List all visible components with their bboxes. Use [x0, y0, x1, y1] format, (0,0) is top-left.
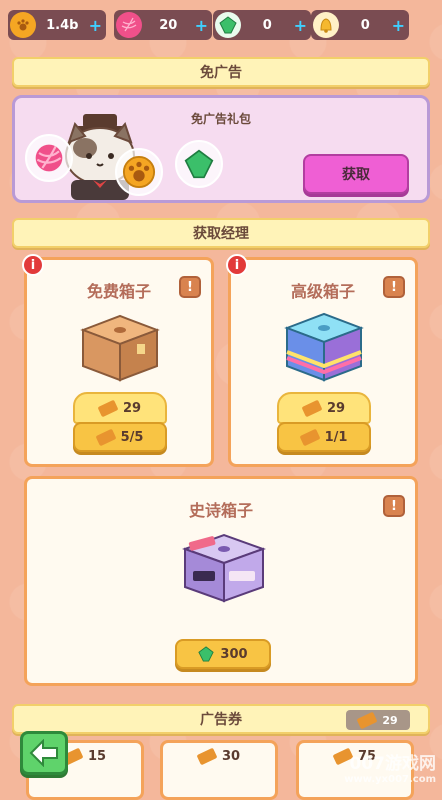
premium-box-remaining: 1/1	[325, 430, 348, 445]
no-ads-package-panel: 免广告礼包 获取	[12, 95, 430, 203]
bells-value: 0	[339, 18, 392, 33]
yarn-bubble	[25, 134, 73, 182]
paw-coin-icon	[122, 155, 156, 189]
currency-bar: 1.4b + 20 + 0 + 0 +	[8, 10, 434, 40]
paw-coin-icon	[10, 12, 36, 38]
premium-box-ticket-cost-value: 29	[327, 401, 345, 416]
coins-value: 1.4b	[36, 18, 89, 33]
get-no-ads-button[interactable]: 获取	[303, 154, 409, 194]
premium-box-icon	[281, 306, 367, 390]
currency-gems[interactable]: 0 +	[213, 10, 311, 40]
ad-ticket-icon	[357, 711, 378, 729]
premium-box-open-button[interactable]: 1/1	[277, 422, 371, 452]
free-box-info-button[interactable]: !	[179, 276, 201, 298]
voucher-pack-1-amount: 15	[88, 749, 106, 764]
free-box-ticket-cost-value: 29	[123, 401, 141, 416]
golden-bell-icon	[313, 12, 339, 38]
epic-box-card[interactable]: 史诗箱子 ! 300	[24, 476, 418, 686]
premium-box-ticket-cost: 29	[277, 392, 371, 424]
voucher-count-value: 29	[382, 714, 397, 727]
yarn-ball-icon	[116, 12, 142, 38]
get-managers-title: 获取经理	[12, 218, 430, 248]
paw-coin-bubble	[115, 148, 163, 196]
ad-ticket-icon	[196, 748, 217, 766]
premium-box-card[interactable]: 高级箱子 ! 29 1/1	[228, 257, 418, 467]
gems-value: 0	[241, 18, 294, 33]
currency-coins[interactable]: 1.4b +	[8, 10, 106, 40]
ad-voucher-title-label: 广告券	[200, 709, 242, 729]
ad-ticket-icon	[301, 399, 322, 417]
ad-voucher-title: 广告券 29	[12, 704, 430, 734]
epic-box-info-button[interactable]: !	[383, 495, 405, 517]
currency-yarn[interactable]: 20 +	[114, 10, 212, 40]
free-box-open-button[interactable]: 5/5	[73, 422, 167, 452]
watermark-brand: 007游戏网	[344, 749, 436, 774]
add-gems-icon[interactable]: +	[294, 16, 307, 35]
free-box-alert-icon: i	[22, 254, 44, 276]
voucher-pack-2[interactable]: 30	[160, 740, 278, 800]
watermark: 007游戏网 www.yx007.com	[344, 749, 436, 785]
yarn-ball-icon	[34, 143, 64, 173]
green-gem-icon	[184, 149, 214, 179]
epic-box-icon	[179, 525, 269, 611]
voucher-count-badge: 29	[346, 710, 410, 730]
green-gem-icon	[215, 12, 241, 38]
epic-box-title: 史诗箱子	[27, 497, 415, 521]
no-ads-title: 免广告	[12, 57, 430, 87]
ad-ticket-icon	[95, 428, 116, 446]
free-box-ticket-cost: 29	[73, 392, 167, 424]
yarn-value: 20	[142, 18, 195, 33]
back-arrow-icon	[29, 739, 59, 767]
currency-bells[interactable]: 0 +	[311, 10, 409, 40]
epic-box-gem-cost: 300	[220, 647, 247, 662]
add-coins-icon[interactable]: +	[89, 16, 102, 35]
premium-box-alert-icon: i	[226, 254, 248, 276]
cardboard-box-icon	[77, 308, 163, 388]
back-button[interactable]	[20, 731, 68, 775]
free-box-card[interactable]: 免费箱子 ! 29 5/5	[24, 257, 214, 467]
add-bells-icon[interactable]: +	[392, 16, 405, 35]
watermark-url: www.yx007.com	[344, 774, 436, 785]
epic-box-buy-button[interactable]: 300	[175, 639, 271, 669]
voucher-pack-2-amount: 30	[222, 749, 240, 764]
gem-bubble	[175, 140, 223, 188]
ad-ticket-icon	[299, 428, 320, 446]
premium-box-info-button[interactable]: !	[383, 276, 405, 298]
ad-ticket-icon	[97, 399, 118, 417]
add-yarn-icon[interactable]: +	[195, 16, 208, 35]
free-box-remaining: 5/5	[121, 430, 144, 445]
green-gem-icon	[198, 646, 214, 662]
